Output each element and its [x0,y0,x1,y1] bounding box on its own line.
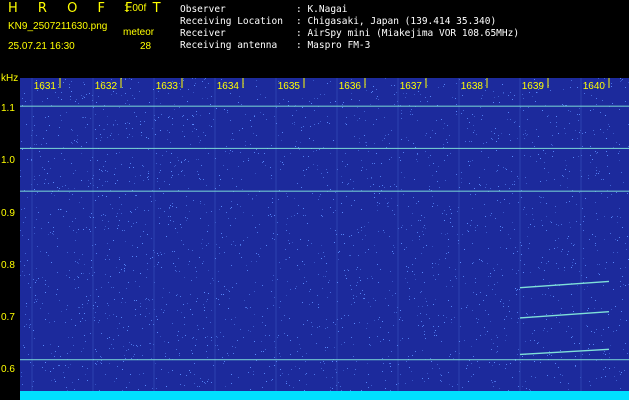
x-tick-label: 1637 [400,81,423,92]
x-tick-label: 1638 [461,81,484,92]
y-tick-label: 0.9 [1,207,15,219]
x-tick-label: 1639 [522,81,545,92]
antenna-value: : Maspro FM-3 [296,40,371,51]
x-tick-label: 1632 [95,81,118,92]
y-tick-label: 0.8 [1,259,15,271]
observer-label: Observer [180,4,226,15]
spectrogram-plot: 1631 1632 1633 1634 1635 1636 1637 1638 1639 1640 [20,78,629,400]
receiver-label: Receiver [180,28,226,39]
y-tick-label: 1.0 [1,155,15,167]
count-label: 28 [140,41,152,52]
mode-label: meteor [123,27,155,38]
bottom-level-strip [20,391,629,400]
x-tick-label: 1631 [34,81,57,92]
file-name: KN9_2507211630.png [8,21,108,32]
x-tick-label: 1633 [156,81,179,92]
observer-value: : K.Nagai [296,4,348,15]
version-label: 1.00f [124,3,147,14]
x-tick-label: 1640 [583,81,606,92]
datetime-label: 25.07.21 16:30 [8,41,75,52]
x-tick-label: 1635 [278,81,301,92]
y-tick-label: 0.6 [1,364,15,376]
location-value: : Chigasaki, Japan (139.414 35.340) [296,16,497,27]
x-tick-label: 1636 [339,81,362,92]
location-label: Receiving Location [180,16,283,27]
y-tick-label: 1.1 [1,103,15,115]
spectrogram-background [20,78,629,400]
y-tick-label: 0.7 [1,311,15,323]
y-axis-unit: kHz [1,73,19,84]
x-tick-label: 1634 [217,81,240,92]
header-panel: H R O F F T 1.00f KN9_2507211630.png met… [0,0,629,72]
antenna-label: Receiving antenna [180,40,278,51]
receiver-value: : AirSpy mini (Miakejima VOR 108.65MHz) [296,28,520,39]
